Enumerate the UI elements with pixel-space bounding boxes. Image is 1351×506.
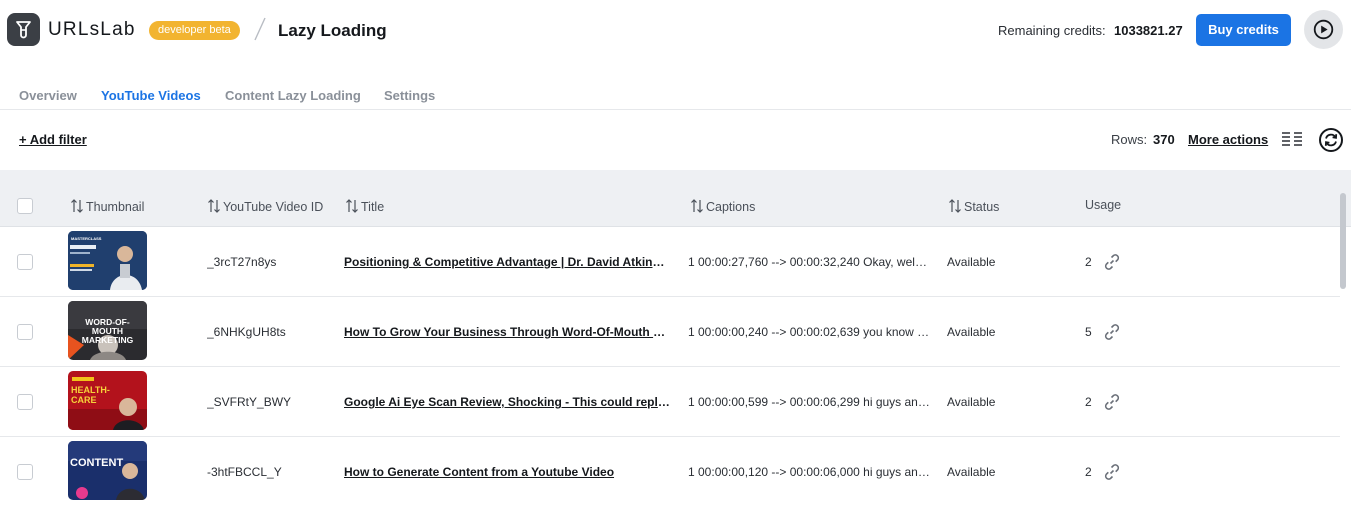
column-label: Status xyxy=(964,200,1000,214)
column-header-status[interactable]: Status xyxy=(948,198,999,214)
video-title-link[interactable]: Positioning & Competitive Advantage | Dr… xyxy=(344,255,670,269)
video-thumbnail[interactable]: CONTENT xyxy=(68,441,147,500)
link-icon[interactable] xyxy=(1102,252,1122,272)
rows-count-value: 370 xyxy=(1153,132,1175,147)
usage-count: 2 xyxy=(1085,395,1092,409)
tab-content-lazy-loading[interactable]: Content Lazy Loading xyxy=(225,88,361,103)
video-id-cell: _3rcT27n8ys xyxy=(207,255,277,269)
add-filter-button[interactable]: + Add filter xyxy=(19,132,87,147)
link-icon[interactable] xyxy=(1102,392,1122,412)
video-title-link[interactable]: Google Ai Eye Scan Review, Shocking - Th… xyxy=(344,395,670,409)
table-row[interactable]: HEALTH-CARE _SVFRtY_BWY Google Ai Eye Sc… xyxy=(0,367,1340,437)
video-id-cell: _6NHKgUH8ts xyxy=(207,325,286,339)
rows-count-label: Rows: xyxy=(1111,132,1148,147)
play-tutorial-button[interactable] xyxy=(1304,10,1343,49)
remaining-credits-label: Remaining credits: xyxy=(998,23,1106,38)
column-label: Captions xyxy=(706,200,756,214)
video-thumbnail[interactable]: MASTERCLASS xyxy=(68,231,147,290)
captions-cell: 1 00:00:00,599 --> 00:00:06,299 hi guys … xyxy=(688,395,932,409)
row-checkbox[interactable] xyxy=(17,394,33,410)
row-checkbox[interactable] xyxy=(17,324,33,340)
table-row[interactable]: MASTERCLASS _3rcT27n8ys Positioning & Co… xyxy=(0,227,1340,297)
sort-icon xyxy=(71,199,83,213)
usage-count: 5 xyxy=(1085,325,1092,339)
video-thumbnail[interactable]: WORD-OF-MOUTH MARKETING xyxy=(68,301,147,360)
column-header-video-id[interactable]: YouTube Video ID xyxy=(207,198,323,214)
refresh-icon[interactable] xyxy=(1318,127,1344,153)
select-all-checkbox[interactable] xyxy=(17,198,33,214)
app-header: URLsLab developer beta Lazy Loading Rema… xyxy=(0,0,1351,62)
sort-icon xyxy=(346,199,358,213)
table-scrollbar[interactable] xyxy=(1340,193,1346,289)
video-title-link[interactable]: How To Grow Your Business Through Word-O… xyxy=(344,325,670,339)
status-cell: Available xyxy=(947,255,996,269)
column-header-title[interactable]: Title xyxy=(345,198,384,214)
tab-youtube-videos[interactable]: YouTube Videos xyxy=(101,88,201,103)
column-label: Thumbnail xyxy=(86,200,145,214)
thumbnail-caption: MASTERCLASS xyxy=(71,236,102,241)
row-checkbox[interactable] xyxy=(17,464,33,480)
sort-icon xyxy=(691,199,703,213)
page-title: Lazy Loading xyxy=(278,21,387,40)
column-label: Title xyxy=(361,200,385,214)
table-row[interactable]: WORD-OF-MOUTH MARKETING _6NHKgUH8ts How … xyxy=(0,297,1340,367)
usage-count: 2 xyxy=(1085,465,1092,479)
captions-cell: 1 00:00:27,760 --> 00:00:32,240 Okay, we… xyxy=(688,255,932,269)
buy-credits-button[interactable]: Buy credits xyxy=(1196,14,1291,46)
column-label: Usage xyxy=(1085,198,1122,212)
column-label: YouTube Video ID xyxy=(223,200,324,214)
usage-count: 2 xyxy=(1085,255,1092,269)
tab-settings[interactable]: Settings xyxy=(384,88,435,103)
video-id-cell: -3htFBCCL_Y xyxy=(207,465,282,479)
thumbnail-caption: WORD-OF-MOUTH MARKETING xyxy=(81,317,134,345)
column-header-captions[interactable]: Captions xyxy=(690,198,755,214)
urlslab-logo-icon[interactable] xyxy=(7,13,40,46)
remaining-credits-value: 1033821.27 xyxy=(1114,23,1183,38)
video-id-cell: _SVFRtY_BWY xyxy=(207,395,292,409)
table-row[interactable]: CONTENT -3htFBCCL_Y How to Generate Cont… xyxy=(0,437,1340,506)
table-toolbar: + Add filter Rows: 370 More actions xyxy=(0,110,1351,170)
table-header: Thumbnail YouTube Video ID Title Caption… xyxy=(0,170,1351,227)
video-title-link[interactable]: How to Generate Content from a Youtube V… xyxy=(344,465,670,479)
columns-toggle-icon[interactable] xyxy=(1281,131,1303,147)
thumbnail-caption: HEALTH-CARE xyxy=(71,385,110,405)
sort-icon xyxy=(949,199,961,213)
column-header-usage: Usage xyxy=(1085,198,1121,212)
developer-beta-badge: developer beta xyxy=(149,21,240,40)
captions-cell: 1 00:00:00,240 --> 00:00:02,639 you know… xyxy=(688,325,932,339)
video-thumbnail[interactable]: HEALTH-CARE xyxy=(68,371,147,430)
tab-overview[interactable]: Overview xyxy=(19,88,77,103)
breadcrumb-separator-icon xyxy=(254,17,266,41)
link-icon[interactable] xyxy=(1102,462,1122,482)
thumbnail-caption: CONTENT xyxy=(70,457,124,469)
tab-bar: Overview YouTube Videos Content Lazy Loa… xyxy=(0,84,1351,110)
column-header-thumbnail[interactable]: Thumbnail xyxy=(70,198,144,214)
brand-name: URLsLab xyxy=(48,19,136,40)
link-icon[interactable] xyxy=(1102,322,1122,342)
play-icon xyxy=(1313,19,1334,40)
status-cell: Available xyxy=(947,325,996,339)
captions-cell: 1 00:00:00,120 --> 00:00:06,000 hi guys … xyxy=(688,465,932,479)
more-actions-button[interactable]: More actions xyxy=(1188,132,1268,147)
row-checkbox[interactable] xyxy=(17,254,33,270)
status-cell: Available xyxy=(947,395,996,409)
sort-icon xyxy=(208,199,220,213)
status-cell: Available xyxy=(947,465,996,479)
youtube-videos-table: Thumbnail YouTube Video ID Title Caption… xyxy=(0,170,1351,506)
